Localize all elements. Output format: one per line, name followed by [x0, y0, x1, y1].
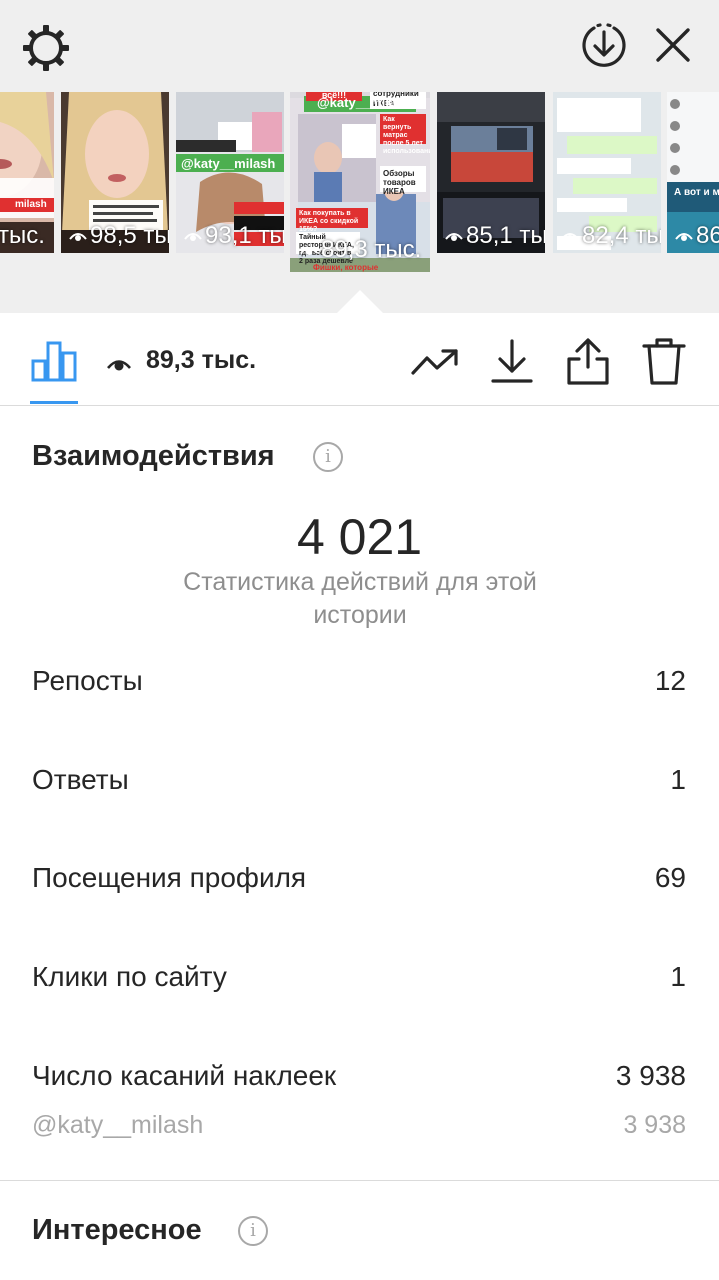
story-thumbnail[interactable]: 85,1 тыс.: [437, 92, 545, 253]
story-overlay-text: milash: [15, 199, 47, 210]
story-views: 86…: [675, 222, 719, 250]
eye-icon: [675, 233, 693, 241]
share-button[interactable]: [564, 337, 612, 387]
story-toolbar: 89,3 тыс.: [0, 313, 719, 406]
download-button[interactable]: [488, 337, 536, 387]
story-views: 98,5 тыс.: [69, 222, 169, 250]
interactions-caption: Статистика действий для этой истории: [183, 568, 537, 629]
stat-label-sticker-taps: Число касаний наклеек: [32, 1060, 337, 1091]
eye-icon: [184, 233, 202, 241]
story-thumbnail[interactable]: А вот и мой п… 86…: [667, 92, 719, 253]
interactions-total: 4 021: [296, 509, 423, 565]
eye-icon: [300, 247, 318, 255]
story-text-q2: Как покупать в ИКЕА со скидкой 15%?: [299, 210, 359, 234]
stat-label-reposts: Репосты: [32, 665, 143, 696]
eye-icon: [107, 360, 131, 371]
story-thumbnail[interactable]: @katy__milash 93,1 тыс.: [176, 92, 284, 253]
insights-tab[interactable]: [30, 337, 78, 387]
sticker-mention-label: @katy__milash: [32, 1111, 204, 1139]
stat-value-replies: 1: [670, 764, 686, 795]
section-divider: [0, 1180, 719, 1181]
download-all-button[interactable]: [578, 20, 630, 72]
close-button[interactable]: [648, 20, 700, 72]
download-icon: [491, 339, 533, 383]
info-icon[interactable]: i: [313, 442, 343, 472]
trash-icon: [642, 338, 686, 385]
story-thumbnail[interactable]: 98,5 тыс.: [61, 92, 169, 253]
story-text-q3: Обзоры товаров ИКЕА: [383, 169, 416, 197]
stat-label-replies: Ответы: [32, 764, 129, 795]
promote-button[interactable]: [410, 337, 460, 387]
story-thumbnail-active[interactable]: Она знает об ИКЕА всё!!! Чего не знает д…: [290, 92, 430, 272]
story-preview-area: milash …9 тыс. 98,5 тыс.: [0, 0, 719, 314]
active-story-pointer: [336, 290, 384, 314]
active-tab-indicator: [30, 401, 78, 404]
download-circle-icon: [582, 23, 626, 67]
story-views: …9 тыс.: [0, 222, 45, 249]
story-views: 93,1 тыс.: [184, 222, 284, 250]
eye-icon: [561, 233, 579, 241]
eye-icon: [69, 233, 87, 241]
story-views: 89,3 тыс.: [300, 236, 421, 264]
delete-button[interactable]: [640, 337, 688, 387]
stat-value-website-clicks: 1: [670, 961, 686, 992]
info-icon[interactable]: i: [238, 1216, 268, 1246]
eye-icon: [445, 233, 463, 241]
story-thumbnail-strip[interactable]: milash …9 тыс. 98,5 тыс.: [0, 92, 719, 272]
story-text-handle: @katy__milash: [317, 95, 412, 110]
stat-value-sticker-taps: 3 938: [615, 1060, 686, 1091]
trending-up-icon: [411, 349, 458, 375]
stat-value-reposts: 12: [654, 665, 686, 696]
stat-label-website-clicks: Клики по сайту: [32, 961, 227, 992]
story-text-q1: Как вернуть матрас после 5 лет использов…: [383, 116, 430, 156]
story-views: 85,1 тыс.: [445, 222, 545, 250]
discovery-title: Интересное: [32, 1214, 202, 1246]
share-icon: [567, 338, 609, 385]
story-views: 82,4 тыс.: [561, 222, 661, 250]
bar-chart-icon: [31, 341, 77, 382]
gear-icon: [23, 25, 69, 71]
stat-label-profile-visits: Посещения профиля: [32, 862, 307, 893]
story-thumbnail[interactable]: 82,4 тыс.: [553, 92, 661, 253]
story-overlay-text: А вот и мой п…: [674, 187, 719, 198]
stat-value-profile-visits: 69: [654, 862, 686, 893]
close-icon: [656, 28, 690, 62]
story-overlay-text: @katy__milash: [181, 156, 276, 171]
settings-button[interactable]: [20, 22, 72, 74]
story-thumbnail[interactable]: milash …9 тыс.: [0, 92, 54, 253]
interactions-title: Взаимодействия: [32, 440, 275, 472]
story-views-count: 89,3 тыс.: [146, 346, 257, 374]
sticker-mention-value: 3 938: [623, 1111, 686, 1139]
